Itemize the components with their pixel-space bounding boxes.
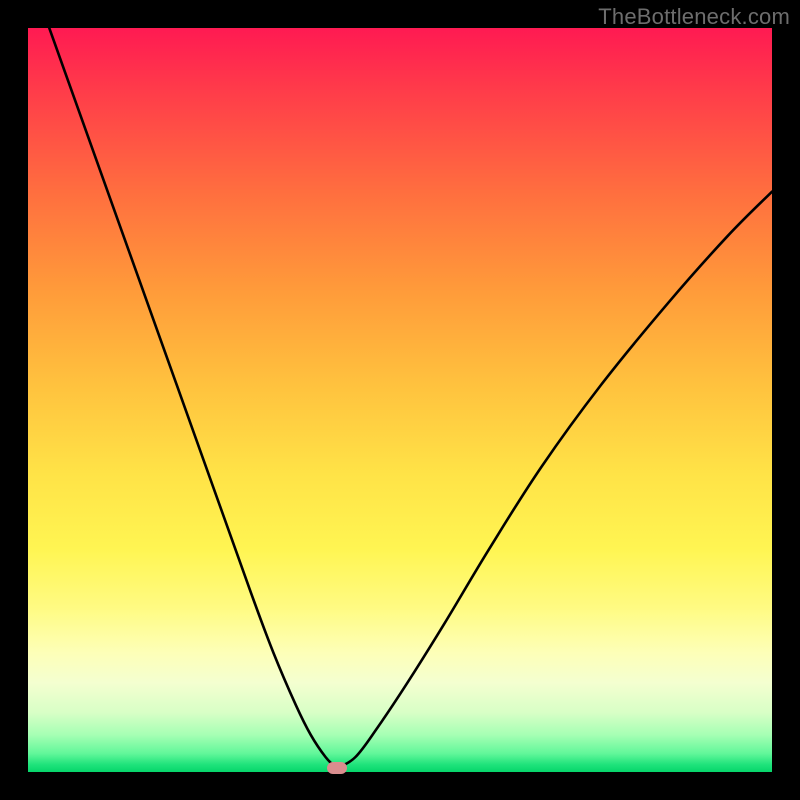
curve-svg — [28, 28, 772, 772]
chart-frame: TheBottleneck.com — [0, 0, 800, 800]
curve-left-branch — [28, 28, 337, 768]
watermark-text: TheBottleneck.com — [598, 4, 790, 30]
minimum-marker — [327, 762, 347, 774]
plot-area — [28, 28, 772, 772]
curve-right-branch — [337, 192, 772, 769]
